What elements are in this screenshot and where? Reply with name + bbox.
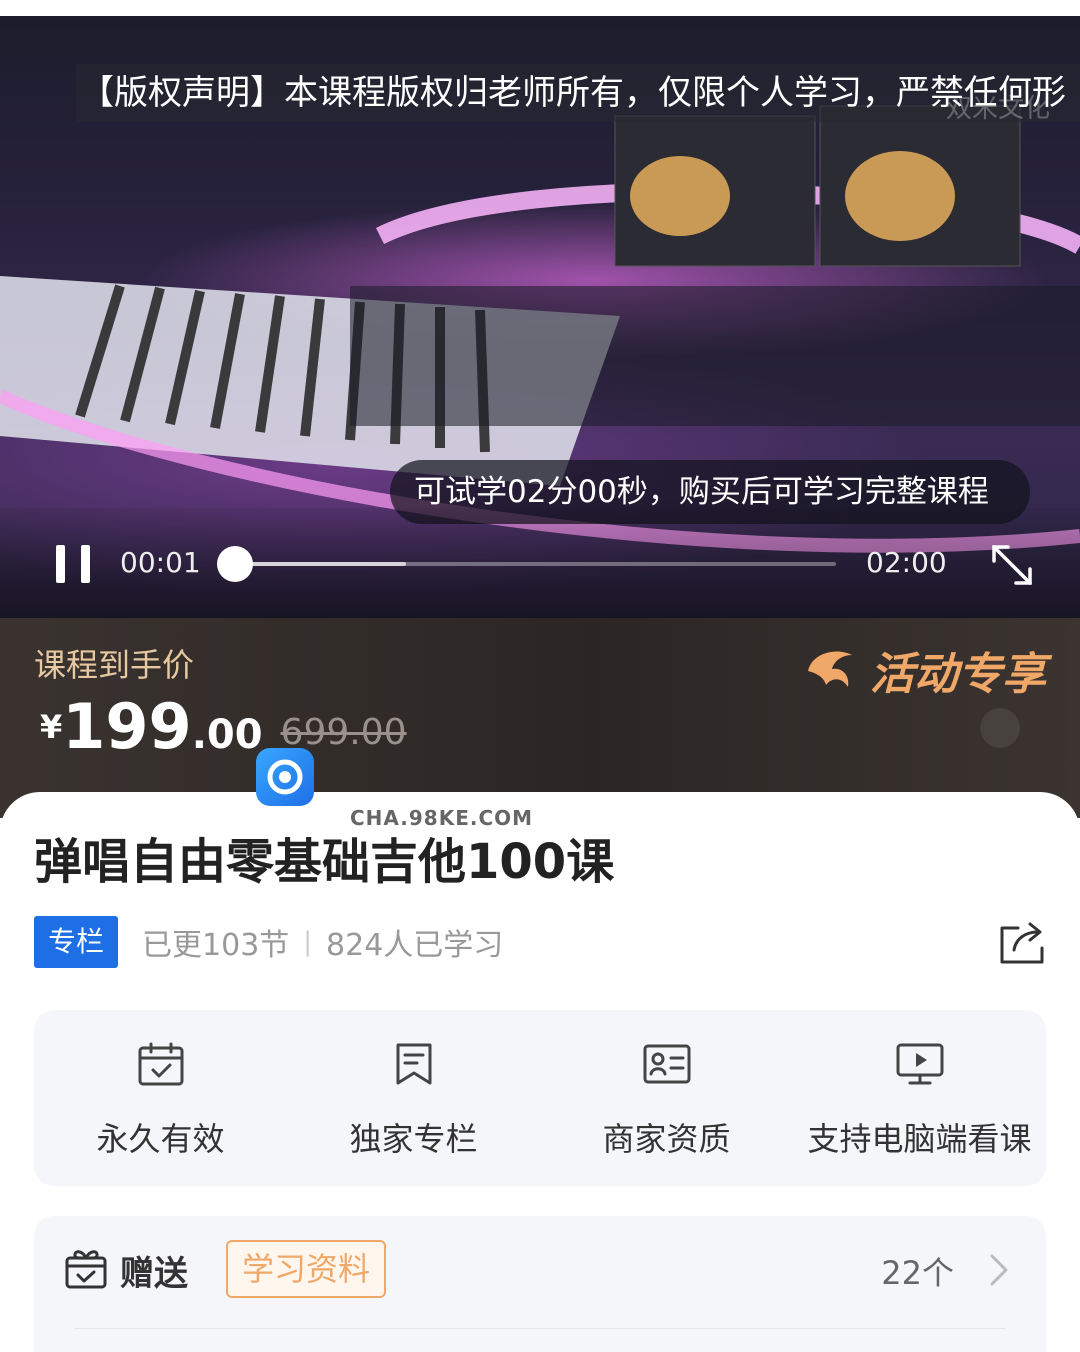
feature-item: 永久有效 [34, 1010, 287, 1186]
divider [74, 1328, 1006, 1329]
video-controls: 00:01 02:00 [0, 508, 1080, 618]
feature-item: 支持电脑端看课 [793, 1010, 1046, 1186]
currency-symbol: ¥ [40, 708, 63, 746]
decorative-circle [980, 708, 1020, 748]
promo-badge: 活动专享 [802, 640, 1046, 700]
gift-tag: 学习资料 [226, 1240, 387, 1298]
calendar-check-icon [138, 1042, 183, 1086]
price-label: 课程到手价 [34, 646, 195, 684]
video-player[interactable]: 【版权声明】本课程版权归老师所有，仅限个人学习，严禁任何形 双米文化 可试学02… [0, 0, 1080, 622]
course-meta: 专栏 已更103节 | 824人已学习 [34, 916, 1046, 968]
total-time: 02:00 [866, 546, 947, 579]
feature-label: 永久有效 [96, 1120, 225, 1158]
gift-row[interactable]: 赠送 学习资料 22个 [34, 1216, 1046, 1352]
price-decimal: .00 [191, 712, 263, 758]
feature-label: 商家资质 [602, 1120, 731, 1158]
original-price: 699.00 [280, 712, 407, 753]
status-strip [0, 0, 1080, 16]
learner-count: 824人已学习 [326, 928, 504, 963]
feature-list: 永久有效 独家专栏 商家资质 支持电脑端看课 [34, 1010, 1046, 1186]
promo-logo-icon [808, 651, 852, 687]
progress-thumb[interactable] [217, 546, 254, 582]
feature-item: 独家专栏 [287, 1010, 540, 1186]
price-banner: 课程到手价 ¥199.00 699.00 活动专享 [0, 618, 1080, 818]
meta-separator: | [303, 927, 313, 957]
fullscreen-icon[interactable] [988, 541, 1036, 589]
price: ¥199.00 699.00 [40, 690, 407, 763]
promo-text: 活动专享 [870, 649, 1046, 700]
share-icon[interactable] [998, 920, 1046, 966]
course-title: 弹唱自由零基础吉他100课 [34, 834, 615, 890]
gift-box-icon [65, 1250, 107, 1289]
bookmark-icon [396, 1043, 431, 1085]
update-count: 已更103节 [142, 928, 290, 963]
id-card-icon [643, 1044, 690, 1084]
gift-count: 22个 [881, 1254, 954, 1292]
column-tag: 专栏 [34, 916, 119, 968]
current-time: 00:01 [120, 546, 201, 579]
progress-buffered [230, 562, 406, 566]
gift-label: 赠送 [120, 1254, 188, 1294]
copyright-notice: 【版权声明】本课程版权归老师所有，仅限个人学习，严禁任何形 [76, 64, 1080, 122]
feature-label: 支持电脑端看课 [807, 1120, 1032, 1158]
monitor-play-icon [896, 1043, 943, 1085]
site-watermark: CHA.98KE.COM [350, 806, 534, 830]
site-logo [256, 748, 314, 806]
progress-bar[interactable] [217, 546, 836, 582]
course-sheet: 弹唱自由零基础吉他100课 专栏 已更103节 | 824人已学习 永久有效 独… [0, 792, 1080, 1352]
feature-label: 独家专栏 [349, 1120, 478, 1158]
chevron-right-icon[interactable] [988, 1252, 1010, 1288]
pause-icon[interactable] [54, 545, 92, 583]
price-integer: 199 [62, 690, 192, 763]
feature-item: 商家资质 [540, 1010, 793, 1186]
video-watermark: 双米文化 [945, 94, 1050, 124]
